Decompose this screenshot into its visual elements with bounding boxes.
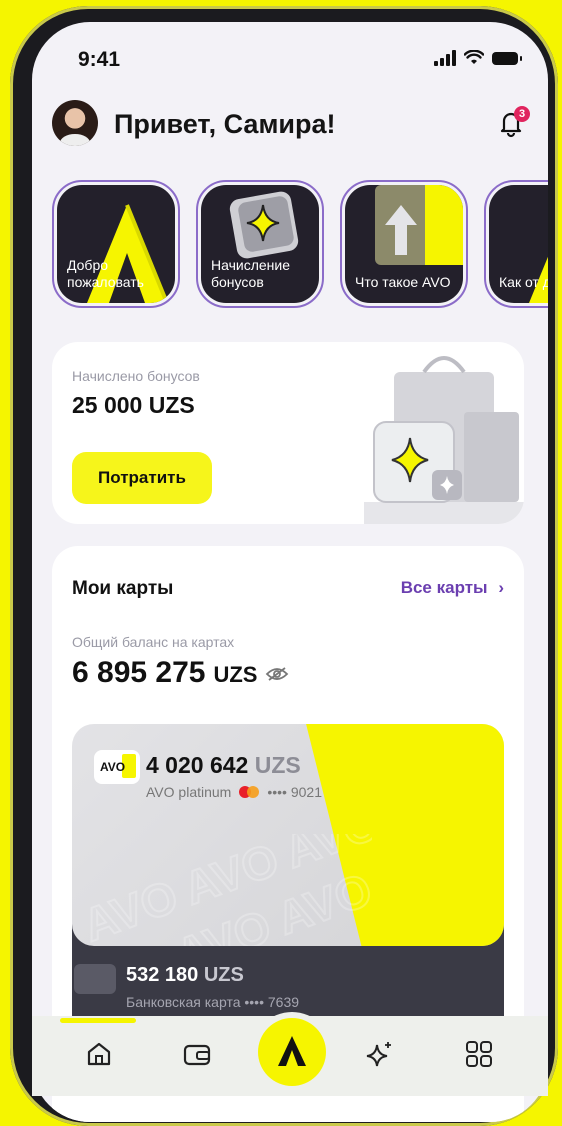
avatar[interactable]: [52, 100, 98, 146]
notification-badge: 3: [514, 106, 530, 122]
avo-logo: AVO: [94, 750, 140, 784]
mastercard-icon: [239, 786, 260, 798]
battery-icon: [492, 51, 522, 65]
status-icons: [434, 50, 522, 66]
cards-title: Мои карты: [72, 578, 174, 599]
balance-row: 6 895 275 UZS: [72, 656, 289, 690]
story-welcome[interactable]: Добро пожаловать: [52, 180, 180, 308]
story-label: Добро пожаловать: [67, 257, 144, 290]
avo-platinum-card[interactable]: AVO AVO AVO AVO AVO AVO AVO 4 020 642 UZ…: [72, 724, 504, 946]
signal-icon: [434, 50, 456, 66]
chevron-right-icon: ›: [498, 578, 504, 597]
bonus-card[interactable]: Начислено бонусов 25 000 UZS Потратить: [52, 342, 524, 524]
card-thumb: [74, 964, 116, 994]
bonus-caption: Начислено бонусов: [72, 368, 200, 384]
story-label: Что такое AVO: [355, 274, 451, 290]
stories-carousel[interactable]: Добро пожаловать Начисление бонусов Что …: [52, 180, 548, 308]
tab-indicator: [60, 1018, 136, 1023]
wallet-icon[interactable]: [182, 1040, 212, 1068]
card-details: AVO platinum •••• 9021: [146, 784, 322, 800]
card-number: •••• 7639: [244, 994, 300, 1010]
card-number: •••• 9021: [267, 784, 322, 800]
sparkle-icon[interactable]: [364, 1040, 394, 1068]
grid-icon[interactable]: [464, 1040, 494, 1068]
balance-currency: UZS: [213, 662, 258, 687]
card-name: AVO platinum: [146, 784, 232, 800]
card-amount: 4 020 642 UZS: [146, 752, 301, 778]
app-screen: 9:41 Привет, Самира! 3 Добро пожаловать: [32, 22, 548, 1122]
balance-value: 6 895 275: [72, 656, 206, 689]
greeting-title: Привет, Самира!: [114, 109, 336, 139]
card-amount: 532 180 UZS: [126, 964, 244, 986]
story-deposits[interactable]: Как от депози: [484, 180, 548, 308]
balance-caption: Общий баланс на картах: [72, 634, 235, 650]
card-name: Банковская карта: [126, 994, 241, 1010]
story-bonuses[interactable]: Начисление бонусов: [196, 180, 324, 308]
all-cards-link[interactable]: Все карты ›: [401, 578, 504, 598]
all-cards-label: Все карты: [400, 578, 488, 597]
status-time: 9:41: [78, 48, 121, 71]
eye-off-icon[interactable]: [265, 666, 289, 682]
story-label: Начисление бонусов: [211, 257, 290, 290]
card-details: Банковская карта •••• 7639: [126, 994, 299, 1010]
spend-button[interactable]: Потратить: [72, 452, 212, 504]
story-what-is-avo[interactable]: Что такое AVO: [340, 180, 468, 308]
wifi-icon: [464, 50, 484, 64]
card-pattern: AVO AVO AVO AVO AVO AVO: [72, 834, 372, 946]
story-label: Как от депози: [499, 274, 548, 290]
shopping-bags-icon: [364, 356, 524, 524]
bonus-value: 25 000 UZS: [72, 392, 195, 418]
home-icon[interactable]: [84, 1040, 114, 1068]
